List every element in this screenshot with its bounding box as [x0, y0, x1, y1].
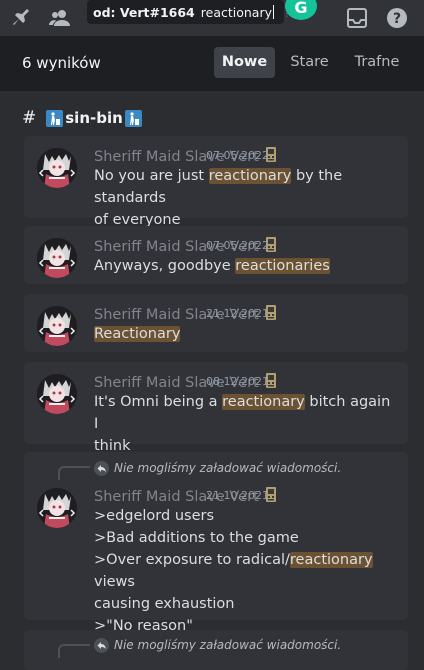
tab-newest[interactable]: Nowe — [214, 47, 275, 78]
avatar[interactable] — [37, 238, 77, 278]
search-highlight: reactionary — [289, 552, 373, 568]
help-icon[interactable]: ? — [385, 6, 409, 30]
search-highlight: reactionary — [208, 168, 292, 184]
search-query: reactionary — [200, 4, 272, 20]
message-content: >edgelord users >Bad additions to the gam… — [94, 505, 394, 637]
reply-failed-notice: Nie mogliśmy załadować wiadomości. — [114, 461, 342, 475]
top-toolbar: od: Vert#1664 reactionary G ⋮⋮ ? — [0, 0, 424, 36]
inbox-icon[interactable] — [345, 6, 369, 30]
avatar[interactable] — [37, 148, 77, 188]
message-text: >edgelord users — [94, 508, 215, 524]
pin-icon[interactable] — [8, 6, 32, 30]
search-result-card[interactable]: Nie mogliśmy załadować wiadomości. — [24, 630, 408, 670]
message-line: Anyways, goodbye reactionaries — [94, 255, 394, 277]
channel-name: sin-bin — [65, 109, 123, 127]
reply-arrow-icon — [94, 461, 109, 476]
channel-heading[interactable]: # sin-bin — [22, 108, 144, 128]
avatar[interactable] — [37, 488, 77, 528]
reply-failed-notice: Nie mogliśmy załadować wiadomości. — [114, 638, 342, 652]
trash-can-emoji-icon — [124, 109, 142, 127]
message-text: causing exhaustion — [94, 596, 235, 612]
search-highlight: reactionaries — [235, 258, 330, 274]
search-results-panel: 6 wyników Nowe Stare Trafne # sin-bin Sh… — [0, 36, 424, 670]
search-highlight: Reactionary — [94, 326, 181, 342]
message-timestamp: 07.05.2022 — [206, 149, 269, 162]
results-count: 6 wyników — [22, 54, 101, 72]
search-result-card[interactable]: Sheriff Maid Slave Vert 07.05.2022 Anyways… — [24, 226, 408, 284]
message-line: >edgelord users — [94, 505, 394, 527]
search-filter-tag: od: Vert#1664 — [93, 4, 195, 20]
message-line: >Bad additions to the game — [94, 527, 394, 549]
message-content: Anyways, goodbye reactionaries — [94, 255, 394, 277]
reply-connector — [58, 644, 90, 658]
members-icon[interactable] — [48, 6, 72, 30]
search-result-card[interactable]: Sheriff Maid Slave Vert 08.12.2021 It's Om… — [24, 362, 408, 454]
message-line: No you are just reactionary by the stand… — [94, 165, 394, 209]
message-timestamp: 07.05.2022 — [206, 239, 269, 252]
search-result-card[interactable]: Nie mogliśmy załadować wiadomości. Sherif… — [24, 452, 408, 634]
grid-dots-icon: ⋮⋮ — [283, 9, 299, 18]
trash-can-emoji-icon — [46, 109, 64, 127]
svg-text:?: ? — [393, 11, 401, 27]
search-input[interactable]: od: Vert#1664 reactionary — [87, 0, 284, 24]
search-highlight: reactionary — [222, 394, 305, 410]
message-text: No you are just — [94, 168, 209, 184]
message-text: >Bad additions to the game — [94, 530, 299, 546]
avatar[interactable] — [37, 374, 77, 414]
message-text: Anyways, goodbye — [94, 258, 236, 274]
search-result-card[interactable]: Sheriff Maid Slave Vert 21.12.2021 Reactio… — [24, 294, 408, 352]
message-text: >Over exposure to radical/ — [94, 552, 290, 568]
message-timestamp: 08.12.2021 — [206, 375, 269, 388]
message-line: Reactionary — [94, 323, 394, 345]
search-result-card[interactable]: Sheriff Maid Slave Vert 07.05.2022 No you … — [24, 136, 408, 228]
tab-relevant[interactable]: Trafne — [346, 47, 408, 78]
message-timestamp: 21.10.2021 — [206, 489, 269, 502]
message-timestamp: 21.12.2021 — [206, 307, 269, 320]
message-content: No you are just reactionary by the stand… — [94, 165, 394, 231]
results-header: 6 wyników Nowe Stare Trafne — [0, 36, 424, 91]
message-text: It's Omni being a — [94, 394, 223, 410]
tab-oldest[interactable]: Stare — [283, 47, 336, 78]
message-line: causing exhaustion — [94, 593, 394, 615]
message-line: It's Omni being a reactionary bitch agai… — [94, 391, 394, 435]
text-caret — [273, 5, 274, 19]
message-line: >Over exposure to radical/reactionary vi… — [94, 549, 394, 593]
channel-hash-icon: # — [22, 108, 37, 128]
reply-connector — [58, 466, 90, 480]
avatar[interactable] — [37, 306, 77, 346]
message-text: views — [94, 574, 135, 590]
message-content: It's Omni being a reactionary bitch agai… — [94, 391, 394, 457]
message-content: Reactionary — [94, 323, 394, 345]
